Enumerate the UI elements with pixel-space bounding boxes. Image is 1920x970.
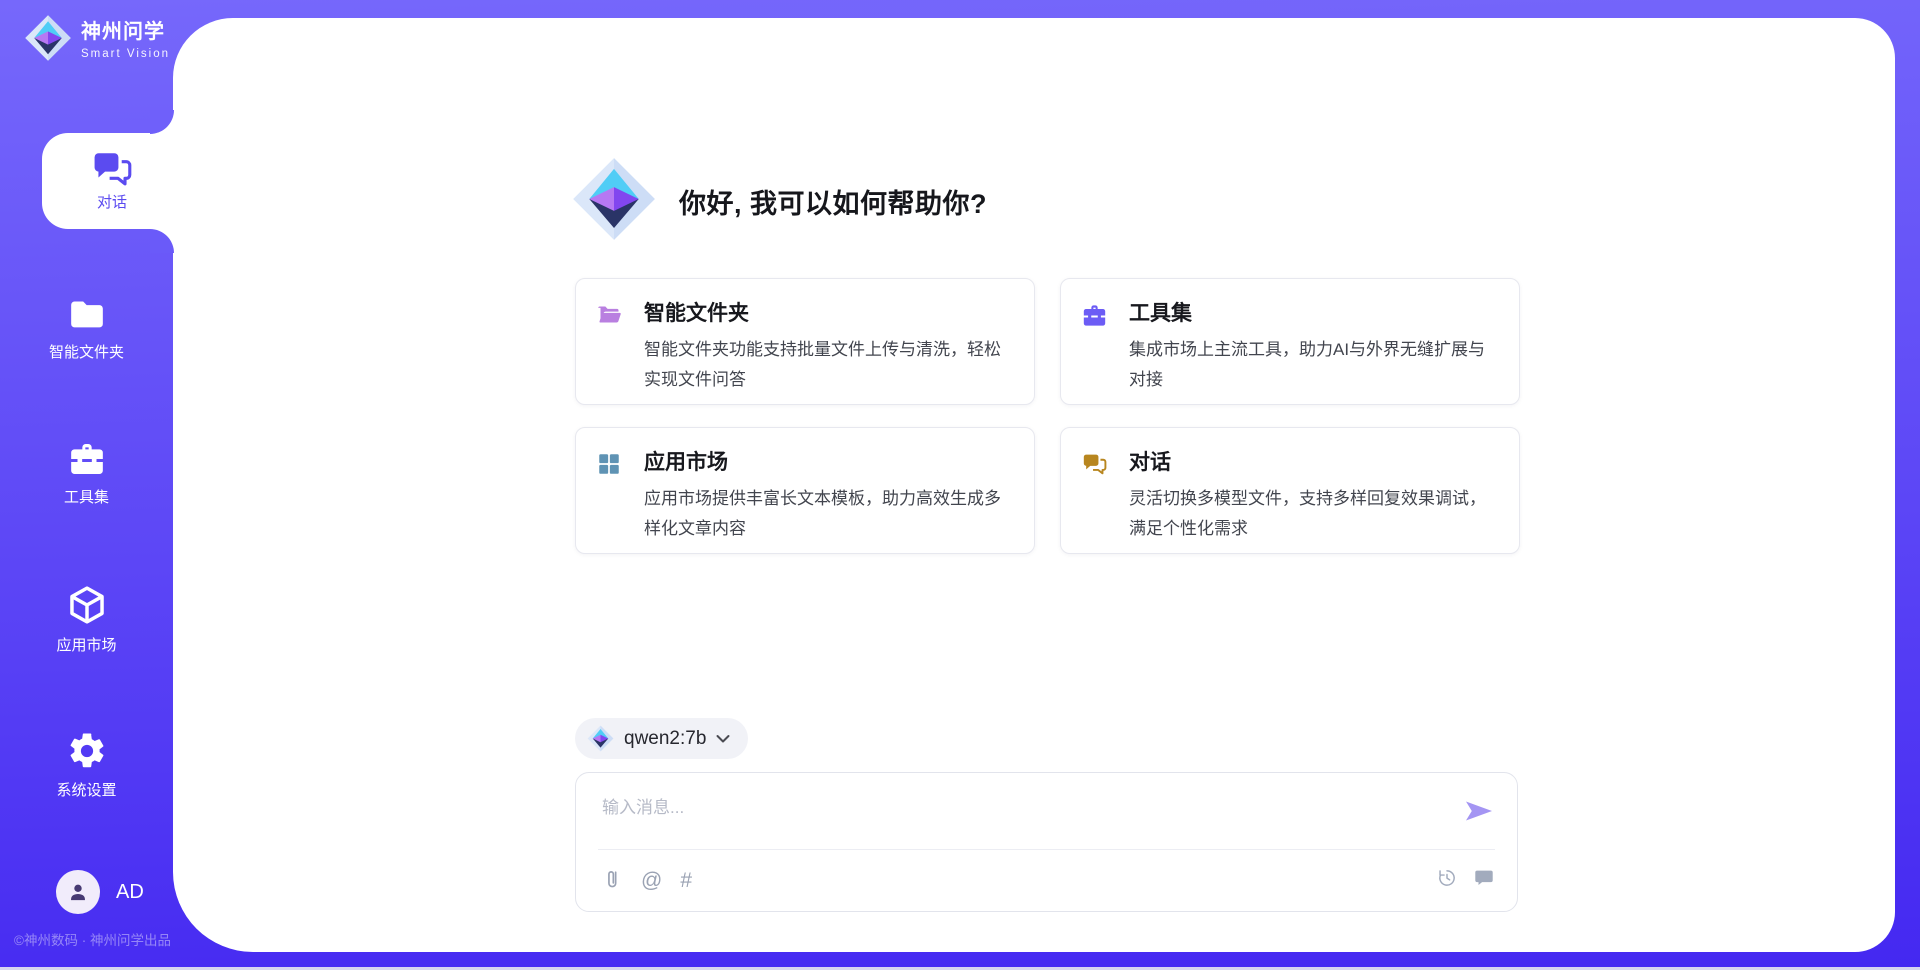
card-title: 智能文件夹 [644,300,1012,327]
shortcut-cards: 智能文件夹 智能文件夹功能支持批量文件上传与清洗，轻松实现文件问答 工具集 集成… [575,278,1520,554]
chat-bubbles-icon [1081,451,1108,480]
grid-icon [596,451,622,482]
gem-logo-icon [587,725,614,752]
card-market[interactable]: 应用市场 应用市场提供丰富长文本模板，助力高效生成多样化文章内容 [575,427,1035,554]
sidebar-item-chat[interactable]: 对话 [42,133,182,229]
card-toolset[interactable]: 工具集 集成市场上主流工具，助力AI与外界无缝扩展与对接 [1060,278,1520,405]
folder-icon [0,294,173,334]
toolbox-icon [1081,302,1108,334]
card-title: 工具集 [1129,300,1497,327]
greeting-title: 你好, 我可以如何帮助你? [679,182,987,221]
sidebar-item-market[interactable]: 应用市场 [0,583,173,655]
card-description: 智能文件夹功能支持批量文件上传与清洗，轻松实现文件问答 [644,335,1012,395]
user-menu[interactable]: AD [56,870,144,914]
model-name: qwen2:7b [624,728,706,750]
feedback-chat-icon[interactable] [1473,867,1495,894]
mention-icon[interactable]: @ [641,870,662,891]
toolbox-icon [0,439,173,479]
sidebar: 神州问学 Smart Vision 对话 智能文件夹 工具集 应用市场 [0,0,173,970]
sidebar-item-settings[interactable]: 系统设置 [0,730,173,800]
card-description: 应用市场提供丰富长文本模板，助力高效生成多样化文章内容 [644,484,1012,544]
main-panel: 你好, 我可以如何帮助你? 智能文件夹 智能文件夹功能支持批量文件上传与清洗，轻… [173,18,1895,952]
send-button[interactable] [1463,799,1495,823]
history-icon[interactable] [1436,867,1458,894]
message-input[interactable] [602,793,1422,823]
hash-icon[interactable]: # [680,870,692,891]
sidebar-item-label: 智能文件夹 [0,341,173,362]
chevron-down-icon [716,734,730,744]
model-selector[interactable]: qwen2:7b [575,718,748,759]
greeting: 你好, 我可以如何帮助你? [571,156,987,247]
composer-divider [598,849,1495,850]
gem-logo-icon [571,156,657,247]
copyright-text: ©神州数码 · 神州问学出品 [14,929,180,949]
folder-open-icon [596,302,623,334]
chat-icon [42,147,182,187]
app-subtitle: Smart Vision [81,48,170,60]
sidebar-item-label: 对话 [42,191,182,212]
sidebar-item-label: 系统设置 [0,779,173,800]
card-description: 集成市场上主流工具，助力AI与外界无缝扩展与对接 [1129,335,1497,395]
gem-logo-icon [24,14,72,67]
app-logo[interactable]: 神州问学 Smart Vision [24,14,173,67]
sidebar-item-label: 应用市场 [0,634,173,655]
gear-icon [0,730,173,772]
sidebar-item-toolset[interactable]: 工具集 [0,439,173,507]
card-folders[interactable]: 智能文件夹 智能文件夹功能支持批量文件上传与清洗，轻松实现文件问答 [575,278,1035,405]
card-chat[interactable]: 对话 灵活切换多模型文件，支持多样回复效果调试，满足个性化需求 [1060,427,1520,554]
message-composer: @ # [575,772,1518,912]
card-description: 灵活切换多模型文件，支持多样回复效果调试，满足个性化需求 [1129,484,1497,544]
card-title: 对话 [1129,449,1497,476]
card-title: 应用市场 [644,449,1012,476]
cube-icon [0,583,173,627]
sidebar-item-folders[interactable]: 智能文件夹 [0,294,173,362]
user-initials: AD [116,881,144,904]
paperclip-icon[interactable] [602,868,623,894]
app-name: 神州问学 [81,21,165,43]
avatar [56,870,100,914]
sidebar-item-label: 工具集 [0,486,173,507]
